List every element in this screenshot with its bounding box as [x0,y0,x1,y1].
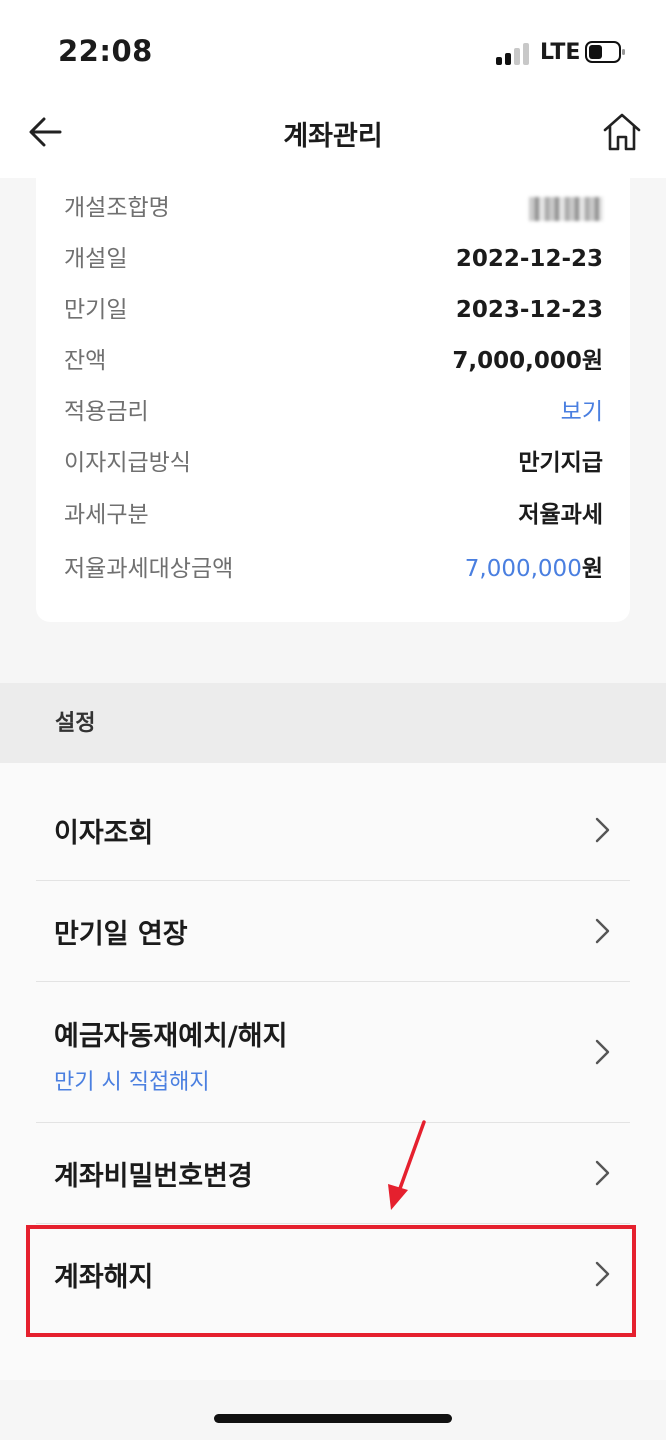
account-info-card: 개설조합명 개설일 2022-12-23 만기일 2023-12-23 잔액 7… [36,168,630,622]
menu-item-label: 예금자동재예치/해지 [54,1021,288,1052]
chevron-right-icon [595,1160,610,1186]
status-bar: 22:08 LTE [0,0,666,100]
status-time: 22:08 [58,34,153,68]
menu-item-sublabel: 만기 시 직접해지 [54,1070,210,1095]
info-value: 7,000,000원 [452,348,603,374]
info-row-interest-rate: 적용금리 보기 [64,392,603,432]
menu-item-label: 계좌비밀번호변경 [54,1161,253,1192]
info-label: 개설조합명 [64,195,170,221]
info-label: 개설일 [64,246,128,272]
info-row-open-date: 개설일 2022-12-23 [64,239,603,279]
union-name-value-redacted [529,188,603,228]
chevron-right-icon [595,1039,610,1065]
cellular-signal-icon [496,41,532,65]
info-value: 저율과세 [518,502,603,528]
info-value: 2023-12-23 [455,297,603,323]
info-row-interest-payment: 이자지급방식 만기지급 [64,443,603,483]
info-row-tax-type: 과세구분 저율과세 [64,495,603,535]
menu-item-label: 이자조회 [54,818,154,849]
info-label: 적용금리 [64,399,149,425]
menu-item-extend-maturity[interactable]: 만기일 연장 [36,880,630,982]
battery-icon [585,41,625,63]
menu-item-change-password[interactable]: 계좌비밀번호변경 [36,1122,630,1224]
info-row-low-tax-amount: 저율과세대상금액 7,000,000원 [64,549,603,589]
info-label: 과세구분 [64,502,149,528]
menu-item-auto-redeposit[interactable]: 예금자동재예치/해지 만기 시 직접해지 [36,981,630,1123]
settings-section-header: 설정 [0,683,666,763]
highlight-box [26,1225,636,1337]
info-label: 저율과세대상금액 [64,556,234,582]
amount-unit: 원 [581,556,603,582]
nav-bar: 계좌관리 [0,100,666,178]
info-label: 만기일 [64,297,128,323]
info-label: 잔액 [64,348,107,374]
low-tax-amount-value: 7,000,000원 [465,549,603,589]
info-value: 2022-12-23 [455,246,603,272]
page-title: 계좌관리 [283,121,383,152]
menu-item-label: 만기일 연장 [54,919,188,950]
info-row-union-name: 개설조합명 [64,188,603,228]
info-value: 만기지급 [518,450,603,476]
network-type: LTE [540,40,581,65]
info-row-balance: 잔액 7,000,000원 [64,341,603,381]
view-rate-link[interactable]: 보기 [561,392,603,432]
menu-item-interest-inquiry[interactable]: 이자조회 [36,779,630,881]
section-title: 설정 [55,711,96,736]
amount-number: 7,000,000 [464,556,582,582]
home-indicator[interactable] [214,1414,452,1423]
home-icon[interactable] [600,110,644,154]
chevron-right-icon [595,817,610,843]
chevron-right-icon [595,918,610,944]
red-arrow-annotation [388,1120,426,1210]
info-label: 이자지급방식 [64,450,191,476]
info-row-maturity-date: 만기일 2023-12-23 [64,290,603,330]
